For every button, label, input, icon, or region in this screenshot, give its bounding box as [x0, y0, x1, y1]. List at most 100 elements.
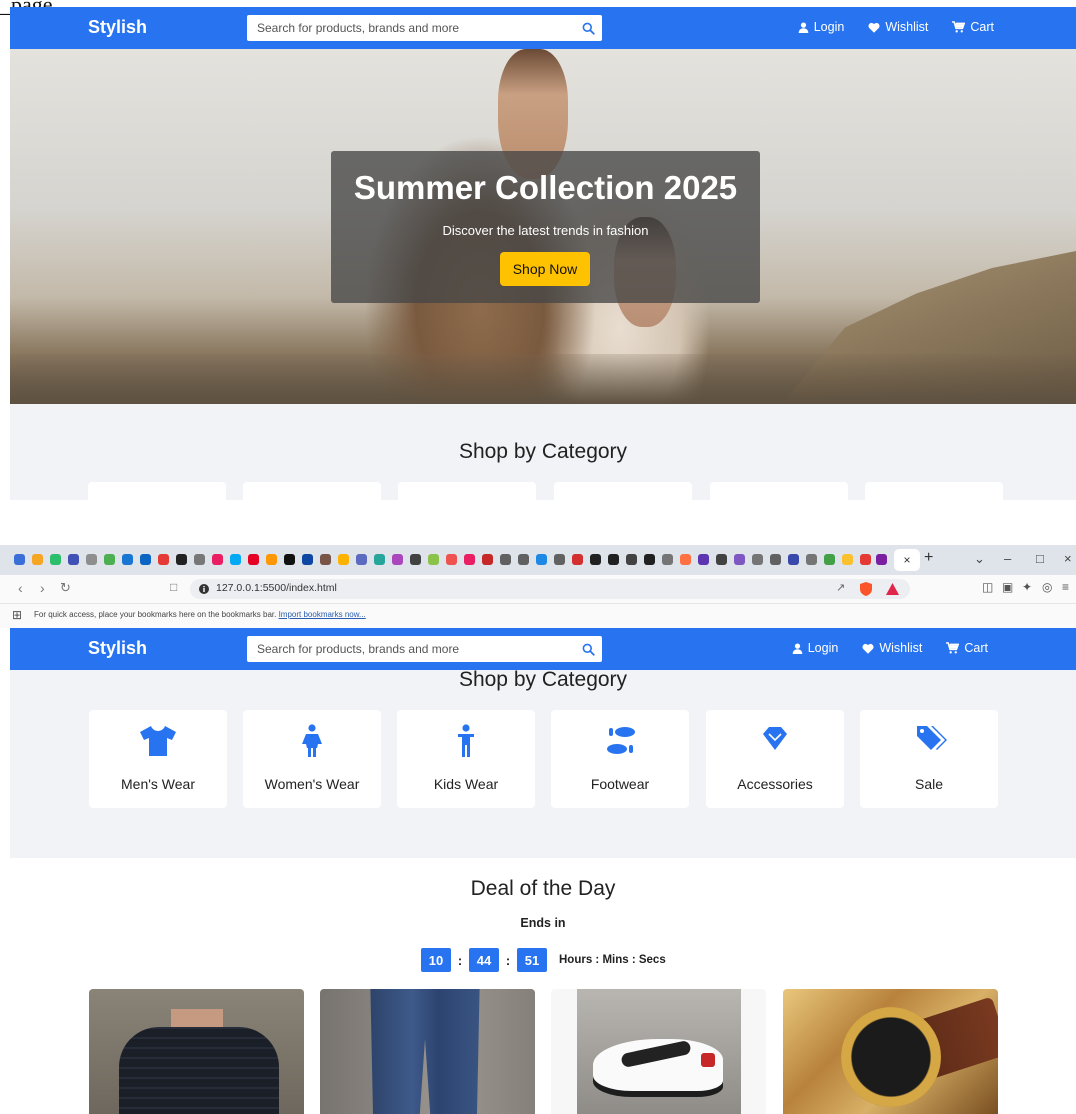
category-card-footwear[interactable]: Footwear — [551, 710, 689, 808]
extension-icon[interactable] — [212, 554, 223, 565]
extension-icon[interactable] — [50, 554, 61, 565]
extension-icon[interactable] — [554, 554, 565, 565]
cart-link[interactable]: Cart — [952, 20, 994, 34]
extension-icon[interactable] — [68, 554, 79, 565]
extension-icon[interactable] — [644, 554, 655, 565]
extension-icon[interactable] — [176, 554, 187, 565]
brave-rewards-icon[interactable] — [886, 583, 899, 595]
minimize-icon[interactable]: – — [1004, 551, 1011, 566]
person-icon — [302, 724, 322, 757]
extension-icon[interactable] — [626, 554, 637, 565]
extension-icon[interactable] — [518, 554, 529, 565]
new-tab-button[interactable]: + — [924, 549, 933, 567]
extension-icon[interactable] — [500, 554, 511, 565]
wallet-icon[interactable]: ▣ — [1002, 580, 1013, 594]
maximize-icon[interactable]: □ — [1036, 551, 1044, 566]
category-heading: Shop by Category — [458, 440, 628, 463]
category-card-kids[interactable]: Kids Wear — [397, 710, 535, 808]
category-card-stub — [88, 482, 226, 500]
shop-now-button[interactable]: Shop Now — [500, 252, 590, 286]
nav-links: Login Wishlist Cart — [792, 641, 988, 655]
extension-icon[interactable] — [140, 554, 151, 565]
extension-icon[interactable] — [338, 554, 349, 565]
wishlist-link[interactable]: Wishlist — [868, 20, 928, 34]
import-bookmarks-link[interactable]: Import bookmarks now... — [279, 610, 366, 619]
brand-logo[interactable]: Stylish — [88, 638, 147, 659]
site-info-icon[interactable] — [199, 584, 209, 594]
brave-shield-icon[interactable] — [860, 582, 872, 596]
share-icon[interactable]: ↗ — [836, 581, 845, 594]
extension-icon[interactable] — [876, 554, 887, 565]
extension-icon[interactable] — [284, 554, 295, 565]
extension-icon[interactable] — [464, 554, 475, 565]
back-icon[interactable]: ‹ — [18, 580, 23, 596]
apps-grid-icon[interactable]: ⊞ — [12, 608, 22, 622]
extension-icon[interactable] — [860, 554, 871, 565]
extension-icon[interactable] — [158, 554, 169, 565]
extension-icon[interactable] — [248, 554, 259, 565]
countdown-timer: 10 : 44 : 51 Hours : Mins : Secs — [421, 948, 666, 972]
extension-icon[interactable] — [356, 554, 367, 565]
extension-icon[interactable] — [14, 554, 25, 565]
extension-icon[interactable] — [374, 554, 385, 565]
search-icon[interactable] — [578, 639, 598, 659]
extension-icon[interactable] — [446, 554, 457, 565]
menu-icon[interactable]: ≡ — [1062, 580, 1069, 594]
address-bar[interactable]: 127.0.0.1:5500/index.html ↗ — [190, 579, 910, 599]
sidebar-icon[interactable]: ◫ — [982, 580, 993, 594]
extension-icon[interactable] — [680, 554, 691, 565]
extension-icon[interactable] — [698, 554, 709, 565]
extension-icon[interactable] — [824, 554, 835, 565]
extension-icon[interactable] — [752, 554, 763, 565]
deal-product-shirt[interactable] — [89, 989, 304, 1114]
tab-search-icon[interactable]: ⌄ — [974, 551, 985, 567]
leo-icon[interactable]: ✦ — [1022, 580, 1032, 594]
brand-logo[interactable]: Stylish — [88, 17, 147, 38]
search-input[interactable] — [247, 636, 567, 662]
category-card-mens[interactable]: Men's Wear — [89, 710, 227, 808]
extension-icon[interactable] — [410, 554, 421, 565]
extension-icon[interactable] — [122, 554, 133, 565]
extension-icon[interactable] — [266, 554, 277, 565]
cart-link[interactable]: Cart — [946, 641, 988, 655]
deal-title: Deal of the Day — [470, 877, 616, 900]
extension-icon[interactable] — [608, 554, 619, 565]
vpn-icon[interactable]: ◎ — [1042, 580, 1052, 594]
close-window-icon[interactable]: × — [1064, 551, 1072, 566]
deal-product-watch[interactable] — [783, 989, 998, 1114]
extension-icon[interactable] — [320, 554, 331, 565]
extension-icon[interactable] — [194, 554, 205, 565]
extension-icon[interactable] — [806, 554, 817, 565]
deal-product-jeans[interactable] — [320, 989, 535, 1114]
extension-icon[interactable] — [716, 554, 727, 565]
extension-icon[interactable] — [428, 554, 439, 565]
extension-icon[interactable] — [590, 554, 601, 565]
active-tab-close-button[interactable]: × — [894, 549, 920, 571]
bookmark-icon[interactable]: □ — [170, 580, 177, 594]
extension-icon[interactable] — [734, 554, 745, 565]
extension-icon[interactable] — [104, 554, 115, 565]
extension-icon[interactable] — [662, 554, 673, 565]
extension-icon[interactable] — [536, 554, 547, 565]
extension-icon[interactable] — [302, 554, 313, 565]
wishlist-link[interactable]: Wishlist — [862, 641, 922, 655]
search-input[interactable] — [247, 15, 567, 41]
extension-icon[interactable] — [32, 554, 43, 565]
extension-icon[interactable] — [572, 554, 583, 565]
extension-icon[interactable] — [86, 554, 97, 565]
deal-product-sneaker[interactable] — [551, 989, 766, 1114]
category-card-womens[interactable]: Women's Wear — [243, 710, 381, 808]
extension-icon[interactable] — [842, 554, 853, 565]
extension-icon[interactable] — [392, 554, 403, 565]
category-card-accessories[interactable]: Accessories — [706, 710, 844, 808]
extension-icon[interactable] — [482, 554, 493, 565]
extension-icon[interactable] — [788, 554, 799, 565]
extension-icon[interactable] — [230, 554, 241, 565]
extension-icon[interactable] — [770, 554, 781, 565]
forward-icon[interactable]: › — [40, 580, 45, 596]
login-link[interactable]: Login — [798, 20, 844, 34]
search-icon[interactable] — [578, 18, 598, 38]
login-link[interactable]: Login — [792, 641, 838, 655]
reload-icon[interactable]: ↻ — [60, 580, 71, 596]
category-card-sale[interactable]: Sale — [860, 710, 998, 808]
